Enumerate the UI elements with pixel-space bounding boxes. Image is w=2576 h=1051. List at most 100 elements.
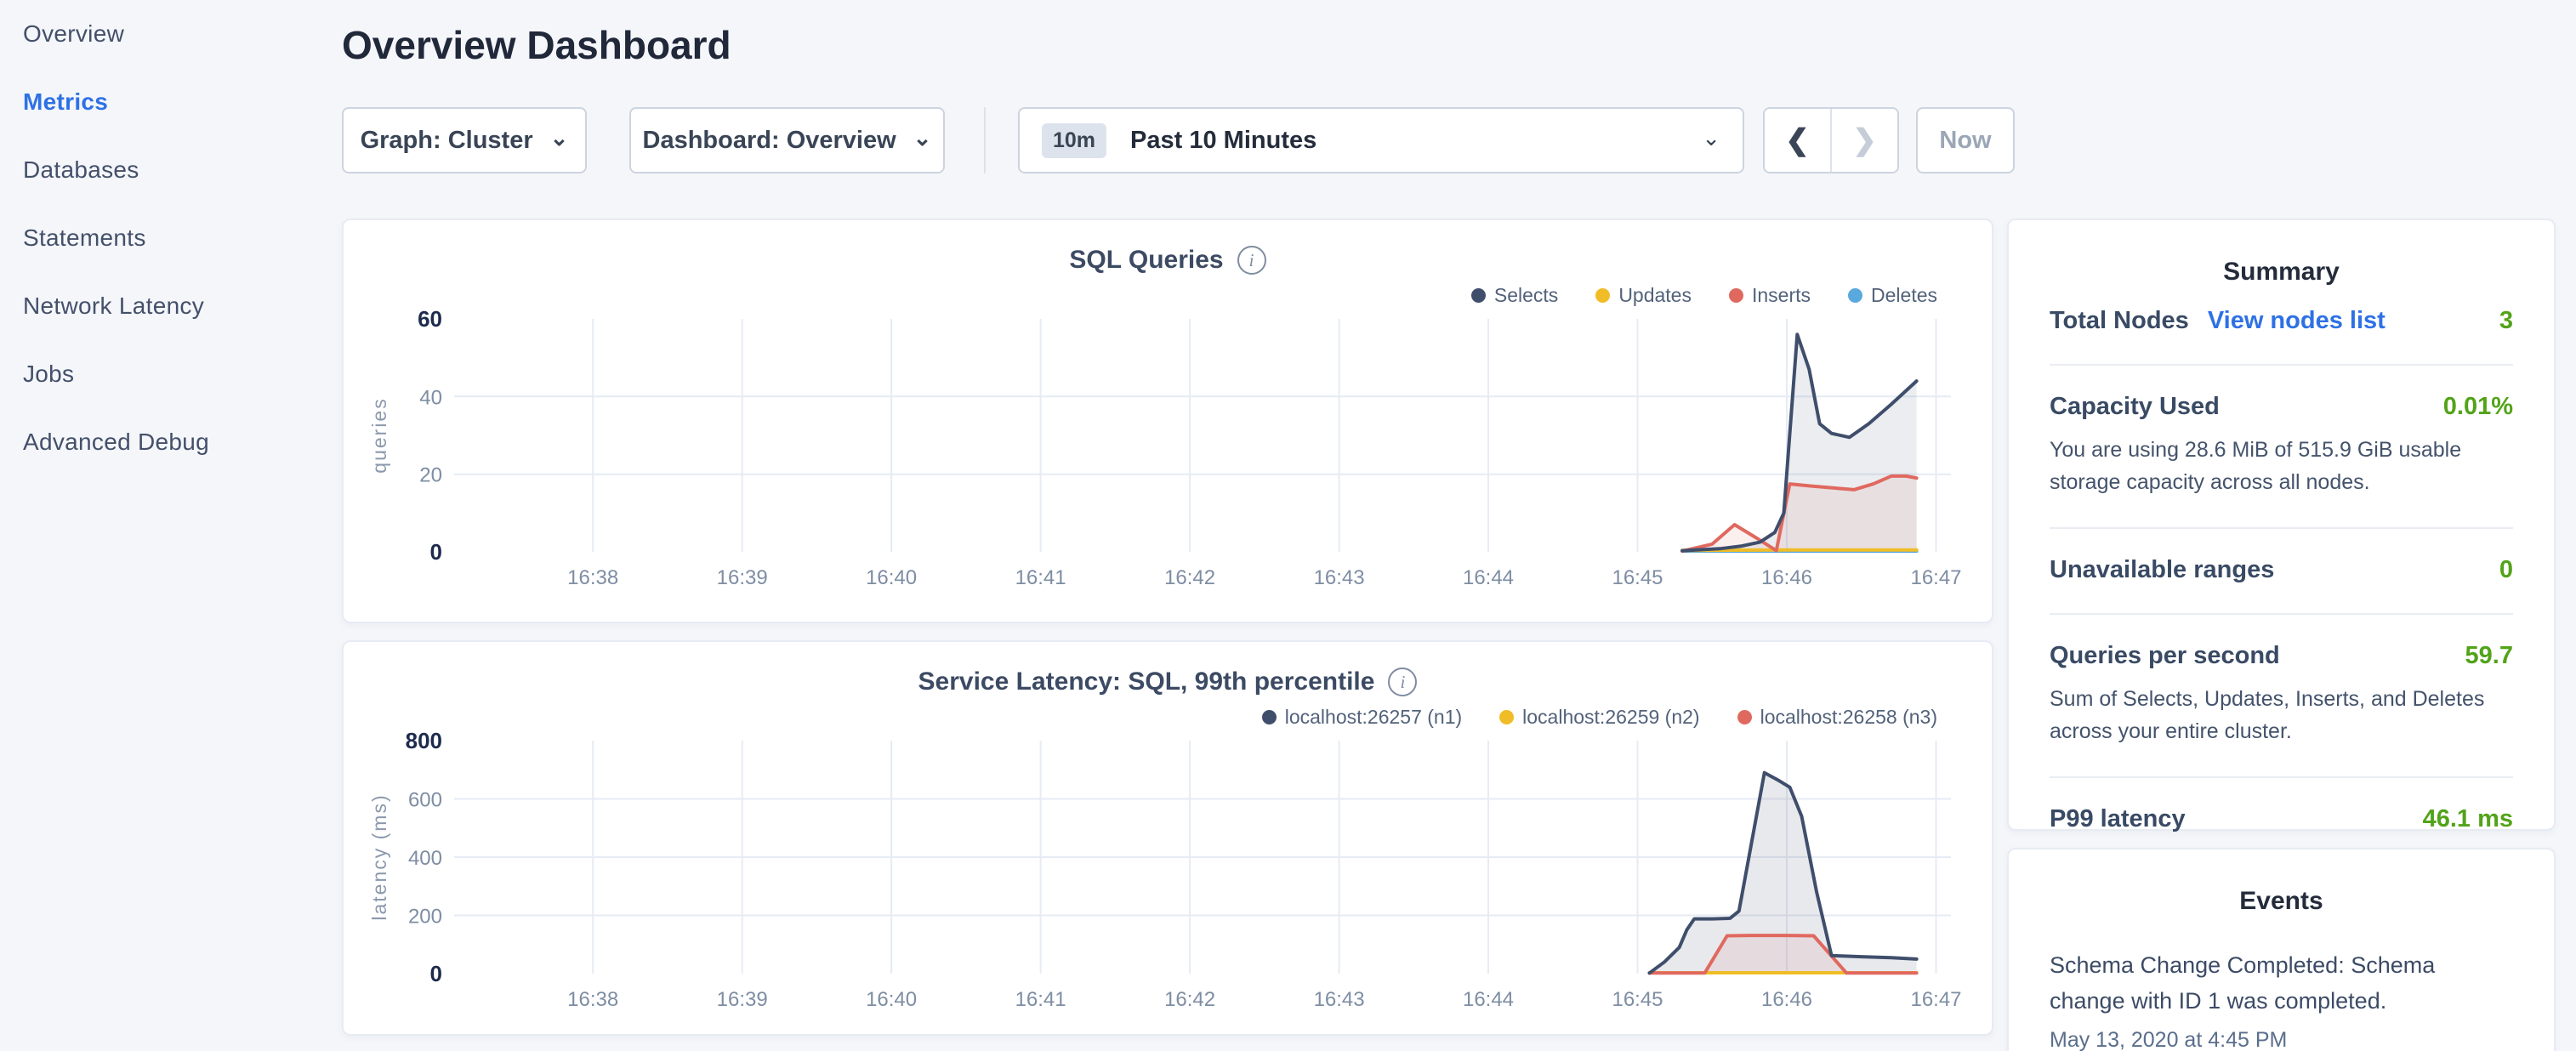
summary-value: 0 [2499,556,2513,584]
chart-title: SQL Queries [1069,246,1223,275]
sql-queries-chart: 020406016:3816:3916:4016:4116:4216:4316:… [350,309,1983,598]
chevron-down-icon: ⌄ [1702,127,1720,149]
legend-label: Inserts [1752,284,1811,307]
summary-value: 46.1 ms [2423,805,2513,833]
time-step-buttons: ❮ ❯ [1763,107,1899,173]
sidebar-item-statements[interactable]: Statements [0,204,340,272]
svg-text:16:41: 16:41 [1015,988,1066,1011]
summary-panel: Summary Total Nodes View nodes list 3 Ca… [2007,219,2556,831]
svg-text:400: 400 [408,847,442,870]
legend-item[interactable]: Deletes [1848,284,1937,307]
legend-dot-icon [1729,288,1743,303]
sidebar-item-metrics[interactable]: Metrics [0,68,340,136]
events-title: Events [2050,887,2513,916]
chart-legend: localhost:26257 (n1) localhost:26259 (n2)… [344,705,1937,729]
svg-text:16:40: 16:40 [866,566,917,589]
legend-item[interactable]: Inserts [1729,284,1811,307]
svg-text:16:42: 16:42 [1164,566,1215,589]
chevron-down-icon: ⌄ [913,127,932,149]
summary-value: 3 [2499,307,2513,335]
sidebar-item-jobs[interactable]: Jobs [0,340,340,408]
summary-value: 0.01% [2443,393,2513,421]
legend-dot-icon [1471,288,1486,303]
service-latency-chart-card: Service Latency: SQL, 99th percentile i … [342,640,1993,1036]
summary-row-total-nodes: Total Nodes View nodes list 3 [2050,307,2513,366]
main-content: Overview Dashboard Graph: Cluster ⌄ Dash… [342,0,1993,1051]
sidebar-item-databases[interactable]: Databases [0,136,340,204]
sidebar-item-advanced-debug[interactable]: Advanced Debug [0,408,340,476]
svg-text:16:44: 16:44 [1463,988,1514,1011]
svg-text:16:38: 16:38 [567,988,618,1011]
event-timestamp: May 13, 2020 at 4:45 PM [2050,1028,2513,1051]
legend-dot-icon [1737,710,1752,724]
now-button[interactable]: Now [1916,107,2015,173]
time-range-badge: 10m [1042,123,1106,158]
toolbar-divider [984,107,986,173]
svg-text:16:43: 16:43 [1314,566,1365,589]
sidebar-item-network-latency[interactable]: Network Latency [0,272,340,340]
legend-label: localhost:26258 (n3) [1760,706,1937,729]
summary-label: Unavailable ranges [2050,556,2274,584]
next-range-button[interactable]: ❯ [1830,109,1897,172]
summary-value: 59.7 [2465,642,2513,670]
summary-label: Capacity Used [2050,393,2220,421]
chart-title-row: SQL Queries i [344,246,1992,275]
legend-item[interactable]: Updates [1595,284,1692,307]
svg-text:40: 40 [419,386,442,409]
svg-text:16:38: 16:38 [567,566,618,589]
event-item[interactable]: Schema Change Completed: Schema change w… [2050,948,2513,1051]
svg-text:16:43: 16:43 [1314,988,1365,1011]
sql-queries-chart-card: SQL Queries i Selects Updates Inserts Delet… [342,219,1993,623]
toolbar: Graph: Cluster ⌄ Dashboard: Overview ⌄ 1… [342,107,2015,173]
sidebar-item-overview[interactable]: Overview [0,0,340,68]
legend-dot-icon [1262,710,1277,724]
svg-text:16:47: 16:47 [1910,988,1961,1011]
svg-text:200: 200 [408,906,442,929]
event-message: Schema Change Completed: Schema change w… [2050,948,2458,1020]
svg-text:16:41: 16:41 [1015,566,1066,589]
page-title: Overview Dashboard [342,22,731,68]
legend-dot-icon [1595,288,1610,303]
legend-item[interactable]: localhost:26258 (n3) [1737,706,1937,729]
chart-title: Service Latency: SQL, 99th percentile [918,668,1375,696]
graph-dropdown-label: Graph: Cluster [361,127,533,155]
summary-description: You are using 28.6 MiB of 515.9 GiB usab… [2050,435,2513,498]
time-range-dropdown[interactable]: 10m Past 10 Minutes ⌄ [1018,107,1744,173]
summary-label: P99 latency [2050,805,2186,833]
summary-row-qps: Queries per second 59.7 Sum of Selects, … [2050,615,2513,778]
graph-dropdown[interactable]: Graph: Cluster ⌄ [342,107,587,173]
svg-text:0: 0 [430,961,442,986]
dashboard-dropdown[interactable]: Dashboard: Overview ⌄ [629,107,945,173]
time-range-label: Past 10 Minutes [1130,127,1316,155]
summary-title: Summary [2050,258,2513,287]
svg-text:16:44: 16:44 [1463,566,1514,589]
view-nodes-link[interactable]: View nodes list [2208,307,2386,335]
svg-text:16:42: 16:42 [1164,988,1215,1011]
service-latency-chart: 0 200 400 600 800 16:38 16:39 16:40 16:41 16:42 16… [350,730,1983,1020]
svg-text:20: 20 [419,464,442,487]
sidebar: Overview Metrics Databases Statements Ne… [0,0,340,476]
summary-description: Sum of Selects, Updates, Inserts, and De… [2050,684,2513,747]
chart-legend: Selects Updates Inserts Deletes [344,283,1937,307]
svg-text:16:45: 16:45 [1612,988,1663,1011]
svg-text:800: 800 [406,730,442,753]
info-icon[interactable]: i [1388,668,1417,696]
svg-text:16:40: 16:40 [866,988,917,1011]
chart-title-row: Service Latency: SQL, 99th percentile i [344,668,1992,696]
summary-label: Total Nodes [2050,307,2189,335]
svg-text:16:39: 16:39 [717,988,768,1011]
legend-item[interactable]: localhost:26257 (n1) [1262,706,1462,729]
legend-label: localhost:26259 (n2) [1522,706,1699,729]
info-icon[interactable]: i [1237,246,1266,275]
legend-label: Updates [1618,284,1692,307]
legend-item[interactable]: localhost:26259 (n2) [1499,706,1699,729]
svg-text:16:39: 16:39 [717,566,768,589]
svg-text:16:47: 16:47 [1910,566,1961,589]
legend-dot-icon [1499,710,1514,724]
legend-item[interactable]: Selects [1471,284,1558,307]
summary-row-unavailable-ranges: Unavailable ranges 0 [2050,529,2513,615]
legend-dot-icon [1848,288,1862,303]
svg-text:16:46: 16:46 [1761,988,1812,1011]
prev-range-button[interactable]: ❮ [1765,109,1830,172]
svg-text:600: 600 [408,789,442,812]
